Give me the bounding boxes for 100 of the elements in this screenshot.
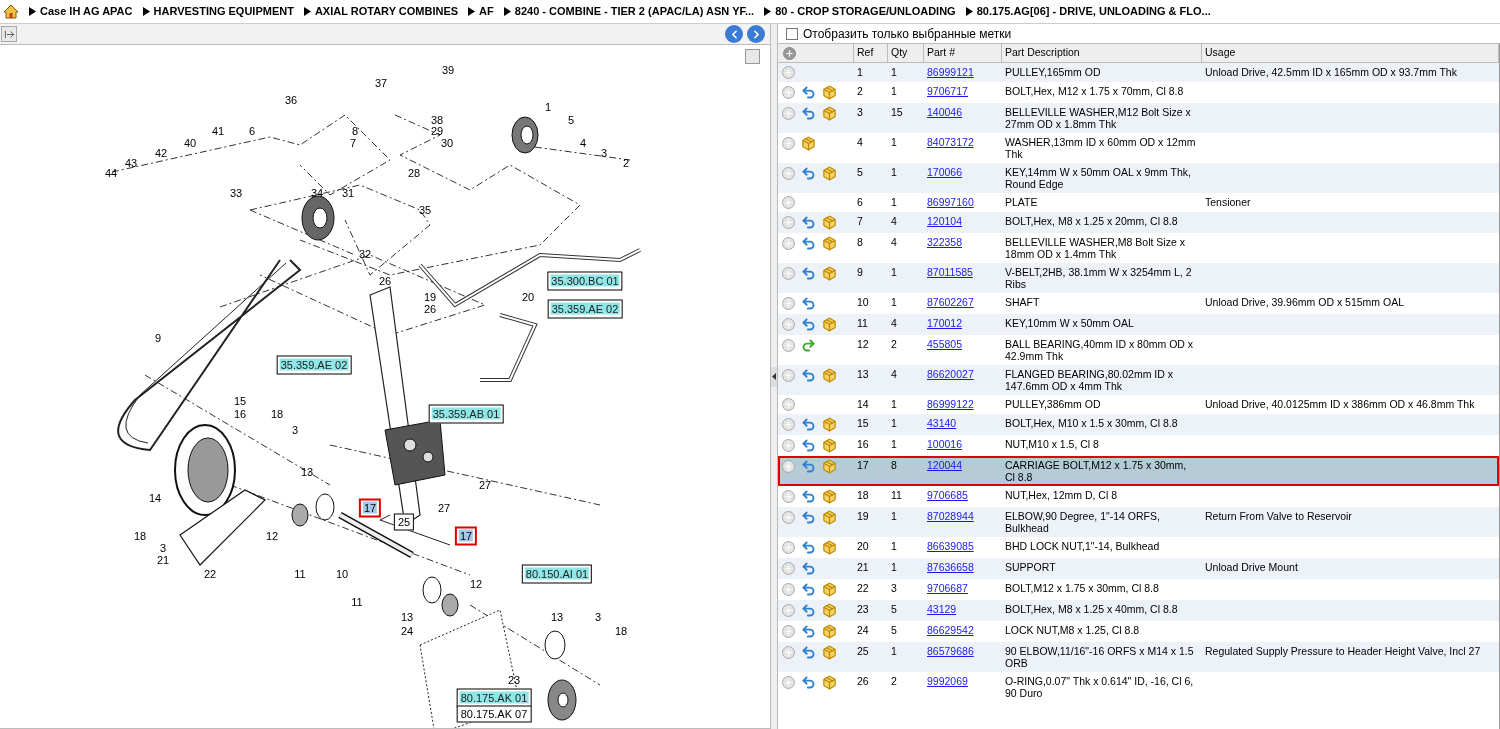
forward-arrow-icon[interactable]	[801, 338, 816, 353]
part-number-link[interactable]: 87602267	[927, 296, 974, 308]
package-icon[interactable]	[822, 489, 837, 504]
add-button[interactable]	[782, 66, 795, 79]
column-header[interactable]: Part Description	[1002, 44, 1202, 63]
highlighted-callout[interactable]: 17	[358, 498, 382, 518]
reference-link[interactable]: 80.150.AI 01	[521, 564, 593, 584]
package-icon[interactable]	[822, 368, 837, 383]
package-icon[interactable]	[822, 85, 837, 100]
add-button[interactable]	[782, 604, 795, 617]
package-icon[interactable]	[822, 459, 837, 474]
part-number-link[interactable]: 455805	[927, 338, 963, 350]
collapse-handle[interactable]	[771, 366, 777, 387]
part-number-link[interactable]: 86579686	[927, 645, 974, 657]
fit-button[interactable]	[745, 49, 760, 64]
back-button[interactable]	[725, 25, 743, 43]
return-arrow-icon[interactable]	[801, 510, 816, 525]
part-number-link[interactable]: 87028944	[927, 510, 974, 522]
part-number-link[interactable]: 322358	[927, 236, 963, 248]
return-arrow-icon[interactable]	[801, 368, 816, 383]
part-number-link[interactable]: 170012	[927, 317, 963, 329]
table-row[interactable]: 25 1 86579686 90 ELBOW,11/16"-16 ORFS x M14 x 1.5 ORB Regulated Supply Pressure to Header Height Valve, Incl 27	[778, 642, 1499, 672]
return-arrow-icon[interactable]	[801, 489, 816, 504]
table-row[interactable]: 17 8 120044 CARRIAGE BOLT,M12 x 1.75 x 30mm, Cl 8.8	[778, 456, 1499, 486]
return-arrow-icon[interactable]	[801, 561, 816, 576]
add-button[interactable]	[782, 137, 795, 150]
forward-button[interactable]	[747, 25, 765, 43]
add-button[interactable]	[782, 625, 795, 638]
add-button[interactable]	[782, 439, 795, 452]
part-number-link[interactable]: 9706717	[927, 85, 968, 97]
breadcrumb-link[interactable]: AXIAL ROTARY COMBINES	[314, 3, 459, 20]
package-icon[interactable]	[822, 317, 837, 332]
part-number-link[interactable]: 86629542	[927, 624, 974, 636]
column-header[interactable]: Qty	[888, 44, 924, 63]
add-button[interactable]	[782, 196, 795, 209]
package-icon[interactable]	[822, 624, 837, 639]
add-button[interactable]	[782, 107, 795, 120]
column-header[interactable]: Ref	[854, 44, 888, 63]
return-arrow-icon[interactable]	[801, 624, 816, 639]
package-icon[interactable]	[822, 510, 837, 525]
table-row[interactable]: 3 15 140046 BELLEVILLE WASHER,M12 Bolt Size x 27mm OD x 1.8mm Thk	[778, 103, 1499, 133]
add-button[interactable]	[782, 418, 795, 431]
add-button[interactable]	[782, 318, 795, 331]
table-row[interactable]: 7 4 120104 BOLT,Hex, M8 x 1.25 x 20mm, Cl 8.8	[778, 212, 1499, 233]
return-arrow-icon[interactable]	[801, 675, 816, 690]
highlighted-callout[interactable]: 17	[454, 526, 478, 546]
return-arrow-icon[interactable]	[801, 645, 816, 660]
package-icon[interactable]	[822, 417, 837, 432]
table-row[interactable]: 19 1 87028944 ELBOW,90 Degree, 1"-14 ORFS, Bulkhead Return From Valve to Reservoir	[778, 507, 1499, 537]
part-number-link[interactable]: 86997160	[927, 196, 974, 208]
table-row[interactable]: 23 5 43129 BOLT,Hex, M8 x 1.25 x 40mm, Cl 8.8	[778, 600, 1499, 621]
breadcrumb-link[interactable]: 8240 - COMBINE - TIER 2 (APAC/LA) ASN YF...	[514, 3, 755, 20]
part-number-link[interactable]: 9992069	[927, 675, 968, 687]
package-icon[interactable]	[822, 675, 837, 690]
table-row[interactable]: 9 1 87011585 V-BELT,2HB, 38.1mm W x 3254mm L, 2 Ribs	[778, 263, 1499, 293]
add-button[interactable]	[782, 339, 795, 352]
package-icon[interactable]	[822, 106, 837, 121]
table-row[interactable]: 1 1 86999121 PULLEY,165mm OD Unload Drive, 42.5mm ID x 165mm OD x 93.7mm Thk	[778, 63, 1499, 82]
breadcrumb-link[interactable]: HARVESTING EQUIPMENT	[153, 3, 294, 20]
part-number-link[interactable]: 140046	[927, 106, 963, 118]
return-arrow-icon[interactable]	[801, 459, 816, 474]
part-number-link[interactable]: 120044	[927, 459, 963, 471]
breadcrumb-link[interactable]: 80.175.AG[06] - DRIVE, UNLOADING & FLO...	[976, 3, 1211, 20]
part-number-link[interactable]: 9706687	[927, 582, 968, 594]
add-button[interactable]	[782, 237, 795, 250]
add-button[interactable]	[782, 267, 795, 280]
table-row[interactable]: 5 1 170066 KEY,14mm W x 50mm OAL x 9mm Thk, Round Edge	[778, 163, 1499, 193]
table-row[interactable]: 13 4 86620027 FLANGED BEARING,80.02mm ID x 147.6mm OD x 4mm Thk	[778, 365, 1499, 395]
return-arrow-icon[interactable]	[801, 540, 816, 555]
breadcrumb-link[interactable]: Case IH AG APAC	[40, 3, 133, 20]
part-number-link[interactable]: 100016	[927, 438, 963, 450]
part-number-link[interactable]: 170066	[927, 166, 963, 178]
package-icon[interactable]	[822, 166, 837, 181]
checkbox[interactable]	[786, 27, 798, 40]
reference-link[interactable]: 35.359.AE 02	[547, 299, 623, 319]
add-button[interactable]	[782, 562, 795, 575]
return-arrow-icon[interactable]	[801, 438, 816, 453]
part-number-link[interactable]: 120104	[927, 215, 963, 227]
part-number-link[interactable]: 86999122	[927, 398, 974, 410]
add-button[interactable]	[782, 676, 795, 689]
part-number-link[interactable]: 9706685	[927, 489, 968, 501]
add-all-button[interactable]	[783, 46, 796, 60]
add-button[interactable]	[782, 460, 795, 473]
return-arrow-icon[interactable]	[801, 417, 816, 432]
part-number-link[interactable]: 43140	[927, 417, 957, 429]
package-icon[interactable]	[822, 645, 837, 660]
add-button[interactable]	[782, 369, 795, 382]
package-icon[interactable]	[822, 540, 837, 555]
part-number-link[interactable]: 87636658	[927, 561, 974, 573]
part-number-link[interactable]: 86999121	[927, 66, 974, 78]
breadcrumb-link[interactable]: 80 - CROP STORAGE/UNLOADING	[775, 3, 956, 20]
package-icon[interactable]	[822, 582, 837, 597]
return-arrow-icon[interactable]	[801, 236, 816, 251]
return-arrow-icon[interactable]	[801, 166, 816, 181]
package-icon[interactable]	[801, 136, 816, 151]
column-header[interactable]: Usage	[1202, 44, 1499, 63]
part-number-link[interactable]: 84073172	[927, 136, 974, 148]
return-arrow-icon[interactable]	[801, 215, 816, 230]
reference-link[interactable]: 80.175.AK 01	[456, 688, 532, 708]
return-arrow-icon[interactable]	[801, 317, 816, 332]
